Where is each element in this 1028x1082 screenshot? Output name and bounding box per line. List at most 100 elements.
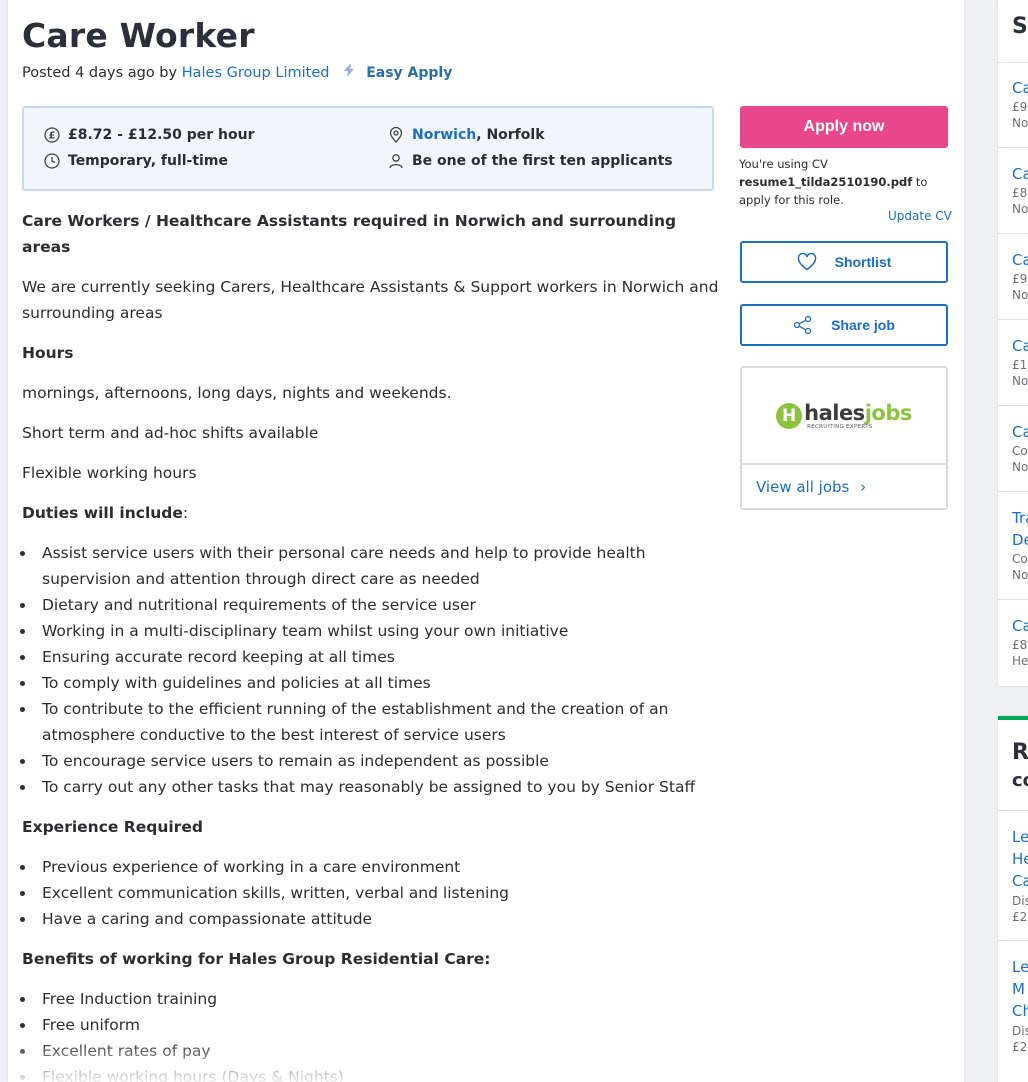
recommended-job-salary: £2 xyxy=(1012,910,1028,924)
view-all-label: View all jobs xyxy=(756,478,850,496)
list-item: To carry out any other tasks that may re… xyxy=(20,774,722,800)
cv-info: You're using CV resume1_tilda2510190.pdf… xyxy=(739,155,951,209)
divider xyxy=(998,62,1028,63)
divider xyxy=(998,491,1028,492)
list-item: Assist service users with their personal… xyxy=(20,540,722,592)
divider xyxy=(998,405,1028,406)
company-logo[interactable]: H halesjobs RECRUITING EXPERTS xyxy=(742,368,946,465)
hales-jobs-logo: H halesjobs RECRUITING EXPERTS xyxy=(776,402,912,430)
job-type-item: Temporary, full-time xyxy=(44,153,228,169)
experience-list: Previous experience of working in a care… xyxy=(20,854,722,932)
list-item: Flexible working hours (Days & Nights) xyxy=(20,1064,722,1082)
similar-job-title[interactable]: Ca xyxy=(1012,165,1028,183)
recommended-job-distance: Dis xyxy=(1012,1024,1028,1038)
location-item: Norwich, Norfolk xyxy=(388,127,545,143)
similar-job-title[interactable]: Ca xyxy=(1012,79,1028,97)
pound-icon: £ xyxy=(44,127,60,143)
description-heading: Care Workers / Healthcare Assistants req… xyxy=(22,212,677,256)
logo-part-hales: hales xyxy=(804,400,865,425)
similar-job-salary: £8 xyxy=(1012,186,1028,200)
recommended-job-title[interactable]: Le xyxy=(1012,828,1028,846)
recommended-job-title[interactable]: Le xyxy=(1012,958,1028,976)
lightning-icon xyxy=(344,64,358,81)
similar-job-salary: Co xyxy=(1012,444,1028,458)
similar-job-title[interactable]: Ca xyxy=(1012,617,1028,635)
experience-heading: Experience Required xyxy=(22,818,203,836)
job-type-text: Temporary, full-time xyxy=(68,153,228,169)
logo-name: halesjobs xyxy=(804,402,912,424)
similar-job-title-line2[interactable]: De xyxy=(1012,531,1028,549)
chevron-right-icon: › xyxy=(860,478,867,496)
benefits-list: Free Induction training Free uniform Exc… xyxy=(20,986,722,1082)
view-all-jobs-link[interactable]: View all jobs › xyxy=(756,478,866,496)
list-item: Previous experience of working in a care… xyxy=(20,854,722,880)
divider xyxy=(998,940,1028,941)
similar-job-location: No xyxy=(1012,288,1028,302)
easy-apply-badge: Easy Apply xyxy=(366,65,453,81)
share-icon xyxy=(793,315,813,335)
salary-text: £8.72 - £12.50 per hour xyxy=(68,127,255,143)
similar-job-salary: £1 xyxy=(1012,358,1028,372)
hours-line: Short term and ad-hoc shifts available xyxy=(22,424,319,442)
recommended-job-title[interactable]: Ch xyxy=(1012,1002,1028,1020)
cv-prefix: You're using CV xyxy=(739,157,828,171)
recommended-job-title[interactable]: Ca xyxy=(1012,872,1028,890)
job-description: Care Workers / Healthcare Assistants req… xyxy=(20,208,722,1082)
recommended-job-distance: Dis xyxy=(1012,894,1028,908)
share-job-button[interactable]: Share job xyxy=(740,304,948,346)
similar-job-title[interactable]: Ca xyxy=(1012,423,1028,441)
recommended-heading-line2: co xyxy=(1012,770,1028,791)
divider xyxy=(998,319,1028,320)
list-item: Free Induction training xyxy=(20,986,722,1012)
description-intro: We are currently seeking Carers, Healthc… xyxy=(22,278,719,322)
svg-text:£: £ xyxy=(49,131,56,142)
duties-colon: : xyxy=(182,504,189,522)
recommended-job-title[interactable]: M xyxy=(1012,980,1025,998)
similar-job-title[interactable]: Ca xyxy=(1012,337,1028,355)
list-item: To comply with guidelines and policies a… xyxy=(20,670,722,696)
similar-job-salary: £9 xyxy=(1012,100,1028,114)
posted-info: Posted 4 days ago by Hales Group Limited… xyxy=(22,64,452,81)
list-item: Excellent communication skills, written,… xyxy=(20,880,722,906)
logo-mark: H xyxy=(776,402,803,429)
similar-job-location: No xyxy=(1012,116,1028,130)
logo-tagline: RECRUITING EXPERTS xyxy=(807,423,873,430)
job-detail-card: Care Worker Posted 4 days ago by Hales G… xyxy=(8,0,964,1082)
recommended-job-title[interactable]: He xyxy=(1012,850,1028,868)
duties-heading-line: Duties will include: xyxy=(22,500,722,526)
hours-line: mornings, afternoons, long days, nights … xyxy=(22,384,452,402)
list-item: Working in a multi-disciplinary team whi… xyxy=(20,618,722,644)
update-cv-link[interactable]: Update CV xyxy=(888,209,952,223)
similar-job-salary: £8 xyxy=(1012,638,1028,652)
divider xyxy=(998,810,1028,811)
similar-job-salary: £9 xyxy=(1012,272,1028,286)
similar-job-location: No xyxy=(1012,374,1028,388)
share-label: Share job xyxy=(831,317,895,333)
recommended-heading: R xyxy=(1012,740,1028,765)
location-region: , Norfolk xyxy=(476,127,545,143)
salary-item: £ £8.72 - £12.50 per hour xyxy=(44,127,255,143)
apply-now-button[interactable]: Apply now xyxy=(740,106,948,148)
person-icon xyxy=(388,153,404,169)
heart-icon xyxy=(797,253,817,271)
company-link[interactable]: Hales Group Limited xyxy=(182,65,330,81)
duties-heading: Duties will include xyxy=(22,504,183,522)
divider xyxy=(998,233,1028,234)
list-item: Ensuring accurate record keeping at all … xyxy=(20,644,722,670)
location-link[interactable]: Norwich xyxy=(412,127,476,143)
similar-job-location: No xyxy=(1012,568,1028,582)
shortlist-button[interactable]: Shortlist xyxy=(740,241,948,283)
similar-job-salary: Co xyxy=(1012,552,1028,566)
location-pin-icon xyxy=(388,127,404,143)
similar-job-title[interactable]: Ca xyxy=(1012,251,1028,269)
divider xyxy=(998,599,1028,600)
applicants-item: Be one of the first ten applicants xyxy=(388,153,673,169)
similar-job-location: No xyxy=(1012,460,1028,474)
divider xyxy=(998,147,1028,148)
similar-job-title[interactable]: Tra xyxy=(1012,509,1028,527)
duties-list: Assist service users with their personal… xyxy=(20,540,722,800)
cv-filename: resume1_tilda2510190.pdf xyxy=(739,175,913,189)
posted-text: Posted 4 days ago by xyxy=(22,65,178,81)
hours-heading: Hours xyxy=(22,344,74,362)
recommended-jobs-panel: R co Le He Ca Dis £2 Le M Ch Dis £2 xyxy=(998,716,1028,1082)
